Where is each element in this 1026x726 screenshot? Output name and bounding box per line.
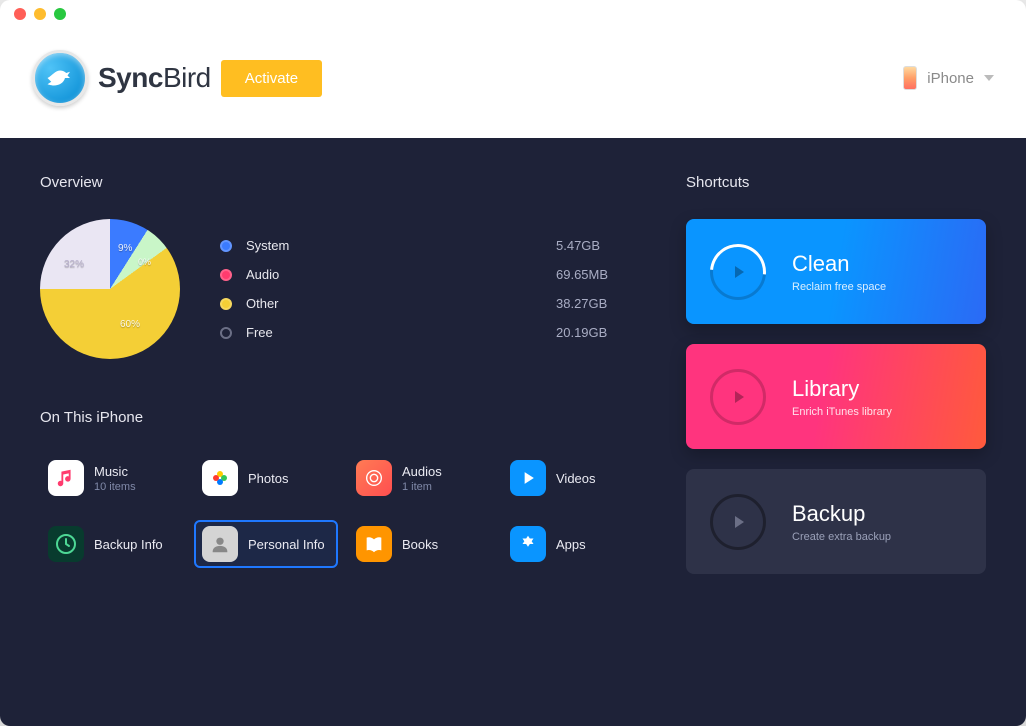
- dot-icon: [220, 298, 232, 310]
- storage-pie-chart: 9% 0% 60% 32%: [40, 219, 180, 359]
- legend-value: 5.47GB: [556, 238, 646, 253]
- library-circle-icon: [710, 369, 766, 425]
- legend-value: 69.65MB: [556, 267, 646, 282]
- header: SyncBird Activate iPhone: [0, 28, 1026, 138]
- left-panel: Overview 9% 0% 60% 32% System 5.47GB: [40, 174, 646, 686]
- shortcut-sub: Reclaim free space: [792, 281, 886, 293]
- chevron-down-icon: [984, 75, 994, 81]
- clean-progress-icon: [710, 244, 766, 300]
- overview-title: Overview: [40, 174, 646, 191]
- legend-row-system: System 5.47GB: [220, 238, 646, 253]
- photos-icon: [202, 460, 238, 496]
- play-icon: [735, 391, 744, 403]
- shortcut-title: Clean: [792, 251, 886, 277]
- pie-label-audio: 0%: [138, 257, 151, 267]
- shortcut-clean[interactable]: Clean Reclaim free space: [686, 219, 986, 324]
- legend-value: 38.27GB: [556, 296, 646, 311]
- category-name: Videos: [556, 471, 596, 486]
- legend-name: Audio: [246, 267, 316, 282]
- videos-icon: [510, 460, 546, 496]
- bird-icon: [45, 63, 75, 93]
- titlebar: [0, 0, 1026, 28]
- shortcuts-title: Shortcuts: [686, 174, 986, 191]
- brand-name: SyncBird: [98, 62, 211, 94]
- shortcut-sub: Create extra backup: [792, 531, 891, 543]
- overview-row: 9% 0% 60% 32% System 5.47GB Audio 69.65M…: [40, 219, 646, 359]
- category-books[interactable]: Books: [348, 520, 492, 568]
- apps-icon: [510, 526, 546, 562]
- legend-name: System: [246, 238, 316, 253]
- app-logo-icon: [32, 50, 88, 106]
- content: Overview 9% 0% 60% 32% System 5.47GB: [0, 138, 1026, 726]
- activate-button[interactable]: Activate: [221, 60, 322, 97]
- categories-title: On This iPhone: [40, 409, 646, 426]
- category-photos[interactable]: Photos: [194, 454, 338, 502]
- device-icon: [903, 66, 917, 90]
- device-selector[interactable]: iPhone: [903, 66, 994, 90]
- category-name: Personal Info: [248, 537, 325, 552]
- shortcut-sub: Enrich iTunes library: [792, 406, 892, 418]
- storage-legend: System 5.47GB Audio 69.65MB Other 38.27G…: [220, 238, 646, 340]
- backup-circle-icon: [710, 494, 766, 550]
- category-apps[interactable]: Apps: [502, 520, 646, 568]
- personal-info-icon: [202, 526, 238, 562]
- app-window: SyncBird Activate iPhone Overview 9% 0% …: [0, 0, 1026, 726]
- legend-name: Other: [246, 296, 316, 311]
- minimize-window-button[interactable]: [34, 8, 46, 20]
- pie-label-other: 60%: [120, 319, 140, 330]
- categories-grid: Music 10 items Photos Audios 1 item: [40, 454, 646, 568]
- legend-name: Free: [246, 325, 316, 340]
- pie-label-free: 32%: [64, 259, 84, 270]
- shortcut-title: Backup: [792, 501, 891, 527]
- category-name: Audios: [402, 464, 442, 479]
- category-backup-info[interactable]: Backup Info: [40, 520, 184, 568]
- shortcut-backup[interactable]: Backup Create extra backup: [686, 469, 986, 574]
- legend-value: 20.19GB: [556, 325, 646, 340]
- zoom-window-button[interactable]: [54, 8, 66, 20]
- books-icon: [356, 526, 392, 562]
- backup-info-icon: [48, 526, 84, 562]
- dot-icon: [220, 240, 232, 252]
- category-music[interactable]: Music 10 items: [40, 454, 184, 502]
- legend-row-other: Other 38.27GB: [220, 296, 646, 311]
- music-icon: [48, 460, 84, 496]
- brand-light: Bird: [163, 62, 211, 93]
- dot-icon: [220, 269, 232, 281]
- category-sub: 10 items: [94, 481, 136, 493]
- device-label: iPhone: [927, 70, 974, 87]
- category-personal-info[interactable]: Personal Info: [194, 520, 338, 568]
- play-icon: [735, 516, 744, 528]
- category-name: Music: [94, 464, 136, 479]
- shortcut-library[interactable]: Library Enrich iTunes library: [686, 344, 986, 449]
- category-name: Books: [402, 537, 438, 552]
- play-icon: [735, 266, 744, 278]
- audios-icon: [356, 460, 392, 496]
- category-sub: 1 item: [402, 481, 442, 493]
- legend-row-audio: Audio 69.65MB: [220, 267, 646, 282]
- pie-label-system: 9%: [118, 243, 132, 254]
- brand-area: SyncBird Activate: [32, 50, 322, 106]
- category-videos[interactable]: Videos: [502, 454, 646, 502]
- category-audios[interactable]: Audios 1 item: [348, 454, 492, 502]
- category-name: Apps: [556, 537, 586, 552]
- shortcut-title: Library: [792, 376, 892, 402]
- right-panel: Shortcuts Clean Reclaim free space Libra…: [686, 174, 986, 686]
- category-name: Backup Info: [94, 537, 163, 552]
- legend-row-free: Free 20.19GB: [220, 325, 646, 340]
- dot-icon: [220, 327, 232, 339]
- close-window-button[interactable]: [14, 8, 26, 20]
- category-name: Photos: [248, 471, 288, 486]
- brand-bold: Sync: [98, 62, 163, 93]
